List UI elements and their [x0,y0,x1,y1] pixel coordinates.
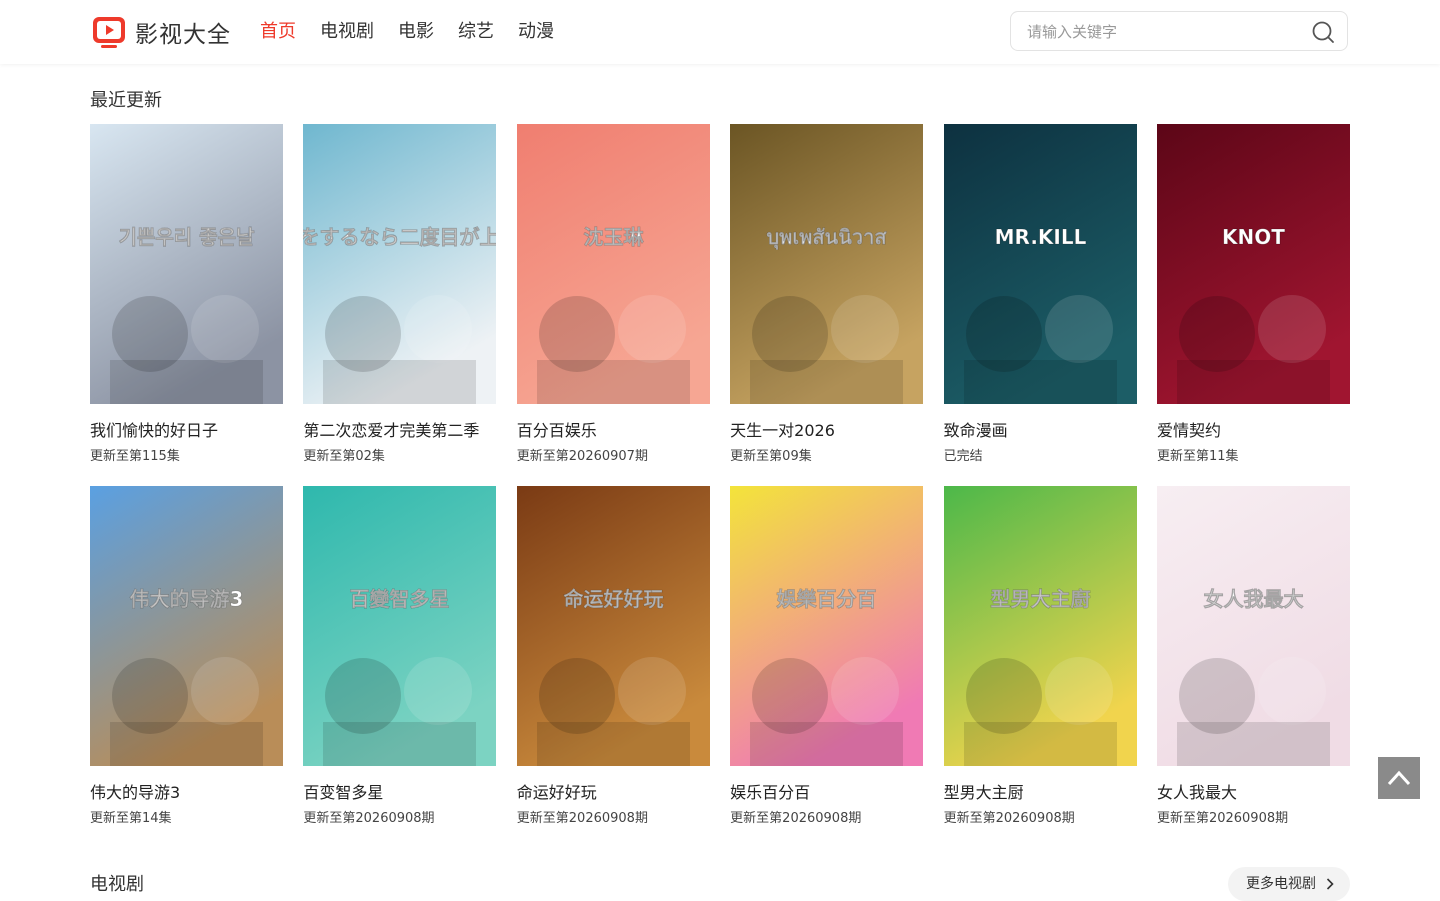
poster-image[interactable]: 命运好好玩 [516,486,710,766]
poster-image[interactable]: 型男大主廚 [943,486,1137,766]
section-title-recent: 最近更新 [90,90,162,111]
recent-grid: 기쁜우리 좋은날 我们愉快的好日子更新至第115集 恋をするなら二度目が上等第二次恋… [90,124,1350,828]
episode-status: 更新至第20260907期 [516,449,648,464]
card-title[interactable]: 爱情契约 [1157,420,1350,442]
card-title[interactable]: 型男大主厨 [944,782,1137,804]
card-title[interactable]: 命运好好玩 [517,782,710,804]
media-card[interactable]: KNOT 爱情契约更新至第11集 [1156,124,1350,466]
media-card[interactable]: 恋をするなら二度目が上等第二次恋爱才完美第二季更新至第02集 [303,124,497,466]
nav-variety[interactable]: 综艺 [458,20,494,44]
poster-text: บุพเพสันนิวาส [767,225,888,250]
episode-status: 已完结 [943,449,983,464]
card-title[interactable]: 女人我最大 [1157,782,1350,804]
poster-image[interactable]: 기쁜우리 좋은날 [90,124,283,404]
poster-image[interactable]: 娛樂百分百 [730,486,924,766]
card-title[interactable]: 第二次恋爱才完美第二季 [303,420,496,442]
episode-status: 更新至第20260908期 [303,811,435,826]
search-input[interactable] [1025,12,1299,52]
more-tv-button[interactable]: 更多电视剧 [1228,867,1350,901]
chevron-right-icon [1326,878,1334,890]
media-card[interactable]: MR.KILL 致命漫画已完结 [943,124,1137,466]
episode-status: 更新至第20260908期 [943,811,1075,826]
poster-image[interactable]: บุพเพสันนิวาส [730,124,924,404]
episode-status: 更新至第09集 [730,449,812,464]
arrow-up-icon [1387,770,1411,786]
nav-movies[interactable]: 电影 [398,20,434,44]
media-card[interactable]: 沈玉琳百分百娱乐更新至第20260907期 [516,124,710,466]
card-title[interactable]: 我们愉快的好日子 [90,420,283,442]
episode-status: 更新至第20260908期 [730,811,862,826]
nav-tv-series[interactable]: 电视剧 [320,20,374,44]
media-card[interactable]: 命运好好玩 命运好好玩 更新至第20260908期 [516,486,710,828]
poster-text: 伟大的导游3 [130,587,244,611]
poster-image[interactable]: 沈玉琳 [516,124,710,404]
poster-text: 型男大主廚 [990,587,1090,611]
logo-text: 影视大全 [135,22,231,48]
site-logo[interactable]: 影视大全 [91,14,231,50]
search-icon[interactable] [1311,20,1335,44]
poster-text: 娛樂百分百 [776,587,877,611]
poster-text: 女人我最大 [1203,587,1303,611]
media-card[interactable]: 百變智多星百变智多星更新至第20260908期 [303,486,497,828]
card-title[interactable]: 百分百娱乐 [517,420,710,442]
poster-text: MR.KILL [994,225,1086,249]
more-tv-label: 更多电视剧 [1246,876,1316,892]
episode-status: 更新至第14集 [90,811,172,826]
media-card[interactable]: 型男大主廚型男大主厨更新至第20260908期 [943,486,1137,828]
episode-status: 更新至第11集 [1156,449,1239,464]
poster-image[interactable]: KNOT [1156,124,1350,404]
poster-image[interactable]: 百變智多星 [303,486,497,766]
main-nav: 首页 电视剧 电影 综艺 动漫 [260,20,578,44]
poster-text: 命运好好玩 [563,587,663,611]
episode-status: 更新至第115集 [90,449,180,464]
media-card[interactable]: 伟大的导游3 伟大的导游3 更新至第14集 [90,486,283,828]
top-header: 影视大全 首页 电视剧 电影 综艺 动漫 [0,0,1440,64]
media-card[interactable]: บุพเพสันนิวาส 天生一对2026 更新至第09集 [730,124,924,466]
card-title[interactable]: 伟大的导游3 [90,782,283,804]
card-title[interactable]: 天生一对2026 [730,420,923,442]
media-card[interactable]: 娛樂百分百娱乐百分百更新至第20260908期 [730,486,924,828]
section-title-tv: 电视剧 [90,874,144,895]
nav-home[interactable]: 首页 [260,20,296,44]
media-card[interactable]: 女人我最大 女人我最大 更新至第20260908期 [1156,486,1350,828]
card-title[interactable]: 百变智多星 [303,782,496,804]
poster-image[interactable]: 伟大的导游3 [90,486,283,766]
media-card[interactable]: 기쁜우리 좋은날 我们愉快的好日子更新至第115集 [90,124,283,466]
search-box [1010,11,1348,52]
episode-status: 更新至第02集 [303,449,385,464]
poster-image[interactable]: 女人我最大 [1156,486,1350,766]
poster-image[interactable]: MR.KILL [943,124,1137,404]
tv-logo-icon [93,17,125,48]
card-title[interactable]: 娱乐百分百 [730,782,923,804]
nav-anime[interactable]: 动漫 [518,20,554,44]
poster-text: 기쁜우리 좋은날 [119,225,255,249]
poster-image[interactable]: 恋をするなら二度目が上等 [303,124,497,404]
poster-text: 百變智多星 [350,587,450,611]
card-title[interactable]: 致命漫画 [944,420,1137,442]
episode-status: 更新至第20260908期 [1156,811,1289,826]
poster-text: KNOT [1222,225,1285,249]
episode-status: 更新至第20260908期 [516,811,648,826]
back-to-top-button[interactable] [1378,757,1420,799]
poster-text: 恋をするなら二度目が上等 [303,225,496,249]
poster-text: 沈玉琳 [583,225,644,249]
